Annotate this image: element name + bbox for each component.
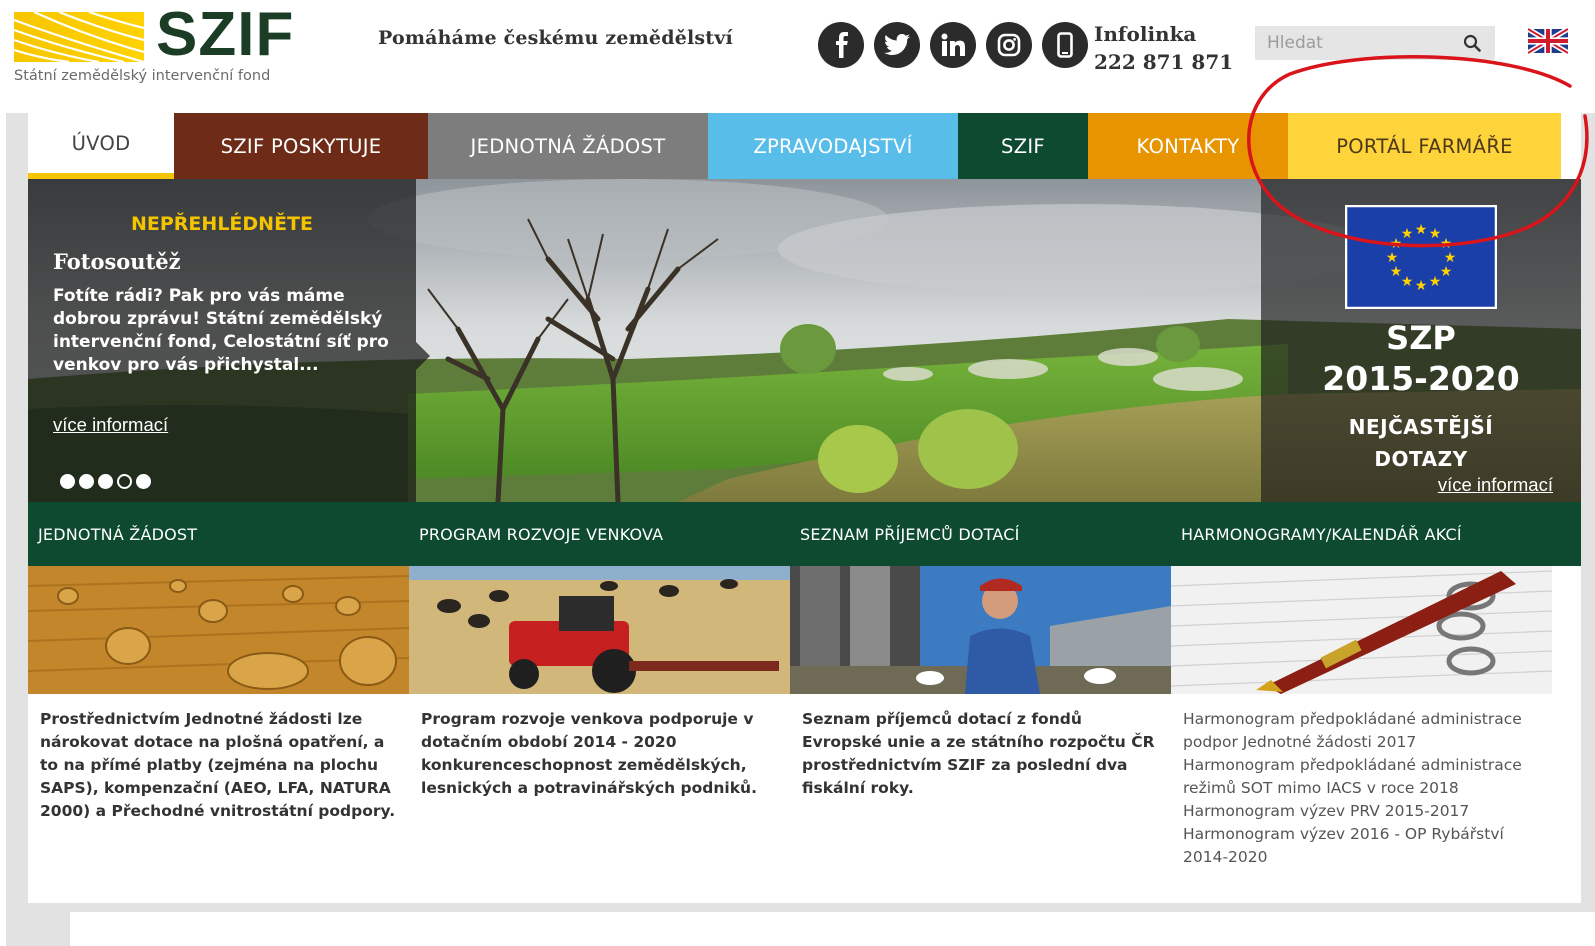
tile-program-rozvoje-venkova[interactable]: PROGRAM ROZVOJE VENKOVA Program rozvoje … [409, 502, 790, 800]
slider-dots [60, 474, 151, 489]
hotline-label: Infolinka [1094, 22, 1197, 46]
news-arrow [416, 342, 430, 370]
site-tagline: Pomáháme českému zemědělství [378, 27, 733, 49]
szp-years: 2015-2020 [1322, 359, 1520, 398]
tile-image-hay-bales[interactable] [28, 566, 409, 694]
szp-faq-label: NEJČASTĚJŠÍ DOTAZY [1261, 411, 1581, 475]
nav-item-szif[interactable]: SZIF [958, 113, 1088, 179]
tile-image-notebook-pen[interactable] [1171, 566, 1552, 694]
tile-description: Seznam příjemců dotací z fondů Evropské … [802, 710, 1155, 797]
svg-text:★: ★ [1429, 274, 1442, 290]
szp-more-link[interactable]: více informací [1438, 474, 1553, 496]
slider-dot[interactable] [79, 474, 94, 489]
news-kicker: NEPŘEHLÉDNĚTE [131, 213, 313, 235]
tile-image-tractor[interactable] [409, 566, 790, 694]
szp-faq-line2: DOTAZY [1374, 447, 1468, 471]
slider-dot[interactable] [136, 474, 151, 489]
tile-image-farmer[interactable] [790, 566, 1171, 694]
svg-text:★: ★ [1440, 264, 1453, 280]
logo-wordmark: SZIF [156, 0, 295, 69]
harmonogram-link[interactable]: Harmonogram předpokládané administrace r… [1183, 754, 1540, 800]
instagram-icon[interactable] [986, 22, 1032, 68]
logo-fields-icon [14, 12, 144, 62]
tile-description: Prostřednictvím Jednotné žádosti lze nár… [40, 710, 396, 820]
nav-item-uvod[interactable]: ÚVOD [28, 113, 174, 179]
news-text: Fotíte rádi? Pak pro vás máme dobrou zpr… [53, 286, 389, 375]
tile-jednotna-zadost[interactable]: JEDNOTNÁ ŽÁDOST Prostřednictvím Jednotné… [28, 502, 409, 823]
svg-text:★: ★ [1390, 264, 1403, 280]
nav-item-jednotna-zadost[interactable]: JEDNOTNÁ ŽÁDOST [428, 113, 708, 179]
social-links [818, 22, 1088, 68]
hotline-number[interactable]: 222 871 871 [1094, 48, 1233, 76]
facebook-icon[interactable] [818, 22, 864, 68]
twitter-icon[interactable] [874, 22, 920, 68]
linkedin-icon[interactable] [930, 22, 976, 68]
slider-dot-active[interactable] [117, 474, 132, 489]
tile-title[interactable]: HARMONOGRAMY/KALENDÁŘ AKCÍ [1171, 502, 1552, 566]
footer-strip [70, 912, 1595, 946]
harmonogram-link[interactable]: Harmonogram předpokládané administrace p… [1183, 708, 1540, 754]
slider-dot[interactable] [60, 474, 75, 489]
harmonogram-link[interactable]: Harmonogram výzev 2016 - OP Rybářství 20… [1183, 823, 1540, 869]
tile-description: Program rozvoje venkova podporuje v dota… [421, 710, 757, 797]
nav-item-zpravodajstvi[interactable]: ZPRAVODAJSTVÍ [708, 113, 958, 179]
szp-title: SZP [1386, 319, 1456, 357]
szif-logo[interactable]: SZIF Státní zemědělský intervenční fond [14, 4, 304, 88]
news-title[interactable]: Fotosoutěž [53, 249, 181, 274]
tile-title[interactable]: SEZNAM PŘÍJEMCŮ DOTACÍ [790, 502, 1171, 566]
tile-title[interactable]: PROGRAM ROZVOJE VENKOVA [409, 502, 790, 566]
tile-seznam-prijemcu[interactable]: SEZNAM PŘÍJEMCŮ DOTACÍ Seznam příjemců d… [790, 502, 1171, 800]
slider-dot[interactable] [98, 474, 113, 489]
mobile-icon[interactable] [1042, 22, 1088, 68]
nav-item-szif-poskytuje[interactable]: SZIF POSKYTUJE [174, 113, 428, 179]
tile-title[interactable]: JEDNOTNÁ ŽÁDOST [28, 502, 409, 566]
svg-text:★: ★ [1401, 274, 1414, 290]
news-more-link[interactable]: více informací [53, 414, 168, 436]
tile-harmonogramy[interactable]: HARMONOGRAMY/KALENDÁŘ AKCÍ Harmonogram p… [1171, 502, 1552, 869]
news-panel: NEPŘEHLÉDNĚTE Fotosoutěž Fotíte rádi? Pa… [28, 179, 416, 502]
harmonogram-link-list: Harmonogram předpokládané administrace p… [1171, 694, 1552, 869]
hotline: Infolinka 222 871 871 [1094, 20, 1233, 76]
szp-faq-line1: NEJČASTĚJŠÍ [1348, 415, 1494, 439]
svg-text:★: ★ [1415, 278, 1428, 294]
logo-subtitle: Státní zemědělský intervenční fond [14, 68, 271, 84]
harmonogram-link[interactable]: Harmonogram výzev PRV 2015-2017 [1183, 800, 1540, 823]
red-circle-annotation [1247, 55, 1589, 248]
